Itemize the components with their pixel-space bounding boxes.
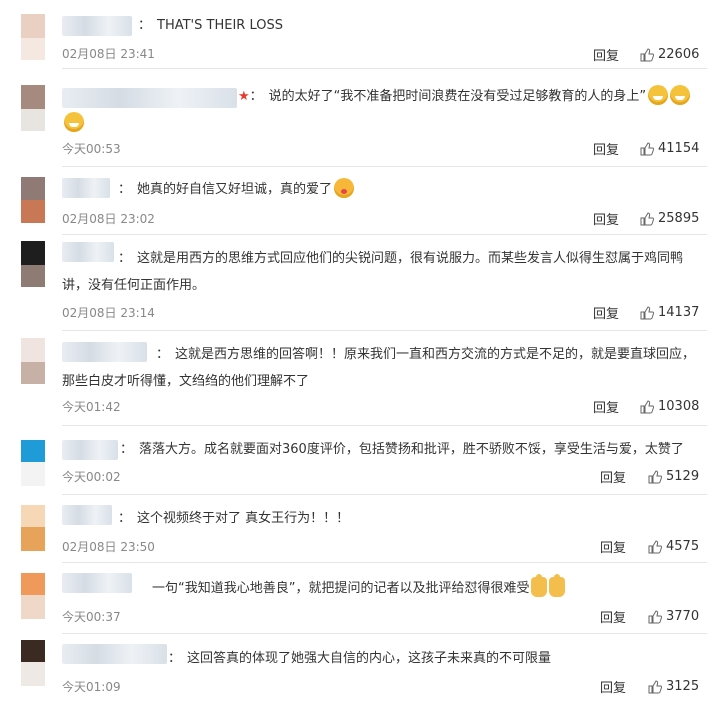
comment-item: ：这就是西方思维的回答啊！！原来我们一直和西方交流的方式是不足的，就是要直球回应…	[0, 331, 715, 425]
like-button[interactable]: 3125	[648, 679, 699, 694]
comment-time: 今天01:42	[62, 400, 121, 414]
thumbs-up-emoji-icon	[531, 574, 548, 597]
avatar[interactable]	[21, 505, 45, 551]
comment-time: 02月08日 23:50	[62, 540, 155, 554]
comment-time: 今天01:09	[62, 680, 121, 694]
comment-item: ： THAT'S THEIR LOSS 02月08日 23:41 回复 22606	[0, 0, 715, 68]
like-count: 25895	[658, 211, 700, 226]
comment-item: ：这就是用西方的思维方式回应他们的尖锐问题，很有说服力。而某些发言人似得生怼属于…	[0, 235, 715, 330]
grin-emoji-icon	[648, 85, 669, 105]
like-count: 3770	[666, 609, 700, 624]
avatar[interactable]	[21, 440, 45, 486]
comment-text: ：这回答真的体现了她强大自信的内心，这孩子未来真的不可限量	[168, 651, 552, 666]
reply-button[interactable]: 回复	[593, 397, 619, 416]
like-count: 5129	[666, 469, 700, 484]
like-count: 22606	[658, 47, 700, 62]
comment-list: ： THAT'S THEIR LOSS 02月08日 23:41 回复 22606…	[0, 0, 715, 703]
like-button[interactable]: 41154	[640, 141, 699, 156]
like-count: 41154	[658, 141, 700, 156]
avatar[interactable]	[21, 85, 45, 131]
grin-emoji-icon	[64, 112, 84, 132]
comment-time: 02月08日 23:14	[62, 306, 155, 320]
like-button[interactable]: 10308	[640, 399, 699, 414]
comment-item: ：这回答真的体现了她强大自信的内心，这孩子未来真的不可限量 今天01:09 回复…	[0, 634, 715, 703]
comment-item: ：她真的好自信又好坦诚，真的爱了 02月08日 23:02 回复 25895	[0, 167, 715, 234]
thumbs-up-icon	[640, 47, 654, 61]
reply-button[interactable]: 回复	[600, 607, 626, 626]
thumbs-up-icon	[648, 609, 662, 623]
kiss-emoji-icon	[334, 178, 355, 198]
like-button[interactable]: 22606	[640, 47, 699, 62]
like-button[interactable]: 25895	[640, 211, 699, 226]
like-count: 3125	[666, 679, 700, 694]
comment-text: ★： 说的太好了“我不准备把时间浪费在没有受过足够教育的人的身上”	[62, 83, 705, 137]
comment-text: ：落落大方。成名就要面对360度评价，包括赞扬和批评，胜不骄败不馁，享受生活与爱…	[120, 442, 684, 457]
thumbs-up-icon	[648, 539, 662, 553]
comment-text: ： THAT'S THEIR LOSS	[138, 18, 283, 33]
comment-time: 今天00:37	[62, 610, 121, 624]
comment-item: ：这个视频终于对了 真女王行为！！！ 02月08日 23:50 回复 4575	[0, 495, 715, 562]
like-button[interactable]: 3770	[648, 609, 699, 624]
comment-item: ：落落大方。成名就要面对360度评价，包括赞扬和批评，胜不骄败不馁，享受生活与爱…	[0, 426, 715, 494]
thumbs-up-icon	[640, 399, 654, 413]
star-icon: ★	[238, 89, 250, 104]
comment-text: 一句“我知道我心地善良”，就把提问的记者以及批评给怼得很难受	[62, 574, 705, 602]
like-count: 4575	[666, 539, 700, 554]
thumbs-up-icon	[648, 679, 662, 693]
like-button[interactable]: 5129	[648, 469, 699, 484]
avatar[interactable]	[21, 177, 45, 223]
thumbs-up-icon	[648, 469, 662, 483]
thumbs-up-emoji-icon	[549, 574, 566, 597]
comment-text: ：这个视频终于对了 真女王行为！！！	[118, 511, 350, 526]
thumbs-up-icon	[640, 141, 654, 155]
comment-time: 今天00:02	[62, 470, 121, 484]
comment-text: ：这就是西方思维的回答啊！！原来我们一直和西方交流的方式是不足的，就是要直球回应…	[62, 347, 696, 389]
reply-button[interactable]: 回复	[593, 303, 619, 322]
comment-time: 02月08日 23:41	[62, 47, 155, 61]
avatar[interactable]	[21, 338, 45, 384]
thumbs-up-icon	[640, 211, 654, 225]
reply-button[interactable]: 回复	[593, 139, 619, 158]
comment-time: 今天00:53	[62, 142, 121, 156]
reply-button[interactable]: 回复	[593, 45, 619, 64]
like-button[interactable]: 4575	[648, 539, 699, 554]
avatar[interactable]	[21, 241, 45, 287]
thumbs-up-icon	[640, 305, 654, 319]
comment-text: ：她真的好自信又好坦诚，真的爱了	[62, 176, 705, 203]
reply-button[interactable]: 回复	[600, 467, 626, 486]
avatar[interactable]	[21, 14, 45, 60]
like-count: 10308	[658, 399, 700, 414]
comment-item: ★： 说的太好了“我不准备把时间浪费在没有受过足够教育的人的身上” 今天00:53…	[0, 69, 715, 166]
comment-time: 02月08日 23:02	[62, 212, 155, 226]
reply-button[interactable]: 回复	[593, 209, 619, 228]
like-count: 14137	[658, 305, 700, 320]
reply-button[interactable]: 回复	[600, 677, 626, 696]
comment-text: ：这就是用西方的思维方式回应他们的尖锐问题，很有说服力。而某些发言人似得生怼属于…	[62, 251, 684, 293]
avatar[interactable]	[21, 573, 45, 619]
like-button[interactable]: 14137	[640, 305, 699, 320]
grin-emoji-icon	[670, 85, 691, 105]
reply-button[interactable]: 回复	[600, 537, 626, 556]
comment-item: 一句“我知道我心地善良”，就把提问的记者以及批评给怼得很难受 今天00:37 回…	[0, 563, 715, 633]
avatar[interactable]	[21, 640, 45, 686]
